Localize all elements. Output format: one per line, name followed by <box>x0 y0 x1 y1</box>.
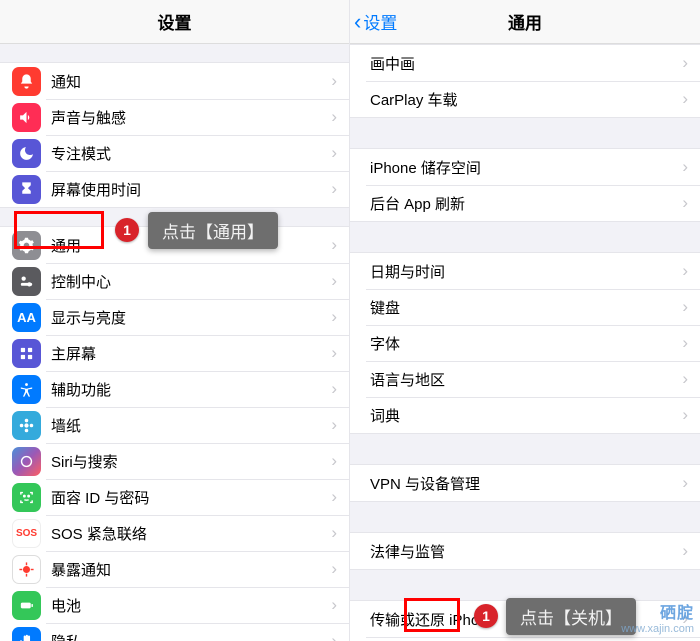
chevron-right-icon: › <box>331 71 337 91</box>
row-display[interactable]: AA 显示与亮度 › <box>0 299 349 335</box>
row-legal[interactable]: 法律与监管 › <box>350 533 700 569</box>
chevron-right-icon: › <box>682 473 688 493</box>
chevron-right-icon: › <box>331 107 337 127</box>
chevron-right-icon: › <box>682 89 688 109</box>
callout-label-shutdown: 点击【关机】 <box>506 598 636 635</box>
bell-icon <box>12 67 41 96</box>
label: 通知 <box>51 71 331 92</box>
chevron-left-icon: ‹ <box>354 11 361 33</box>
back-label: 设置 <box>363 9 397 34</box>
back-button[interactable]: ‹ 设置 <box>354 0 397 43</box>
row-screentime[interactable]: 屏幕使用时间 › <box>0 171 349 207</box>
row-notifications[interactable]: 通知 › <box>0 63 349 99</box>
row-keyboard[interactable]: 键盘 › <box>350 289 700 325</box>
callout-badge-2: 1 <box>474 604 498 628</box>
row-exposure[interactable]: 暴露通知 › <box>0 551 349 587</box>
chevron-right-icon: › <box>682 261 688 281</box>
row-privacy[interactable]: 隐私 › <box>0 623 349 641</box>
callout-badge-1: 1 <box>115 218 139 242</box>
chevron-right-icon: › <box>682 193 688 213</box>
row-carplay[interactable]: CarPlay 车载 › <box>350 81 700 117</box>
row-datetime[interactable]: 日期与时间 › <box>350 253 700 289</box>
moon-icon <box>12 139 41 168</box>
row-vpn[interactable]: VPN 与设备管理 › <box>350 465 700 501</box>
chevron-right-icon: › <box>682 333 688 353</box>
row-storage[interactable]: iPhone 储存空间 › <box>350 149 700 185</box>
callout-label-general: 点击【通用】 <box>148 212 278 249</box>
chevron-right-icon: › <box>331 415 337 435</box>
accessibility-icon <box>12 375 41 404</box>
textsize-icon: AA <box>12 303 41 332</box>
virus-icon <box>12 555 41 584</box>
right-group-0: 画中画 › CarPlay 车载 › <box>350 44 700 118</box>
chevron-right-icon: › <box>331 631 337 641</box>
row-sos[interactable]: SOS SOS 紧急联络 › <box>0 515 349 551</box>
hand-icon <box>12 627 41 641</box>
row-focus[interactable]: 专注模式 › <box>0 135 349 171</box>
switches-icon <box>12 267 41 296</box>
chevron-right-icon: › <box>331 343 337 363</box>
row-pip[interactable]: 画中画 › <box>350 45 700 81</box>
right-group-1: iPhone 储存空间 › 后台 App 刷新 › <box>350 148 700 222</box>
chevron-right-icon: › <box>331 271 337 291</box>
flower-icon <box>12 411 41 440</box>
general-panel: ‹ 设置 通用 画中画 › CarPlay 车载 › iPhone 储存空间 ›… <box>350 0 700 641</box>
sos-icon: SOS <box>12 519 41 548</box>
chevron-right-icon: › <box>331 487 337 507</box>
row-wallpaper[interactable]: 墙纸 › <box>0 407 349 443</box>
faceid-icon <box>12 483 41 512</box>
battery-icon <box>12 591 41 620</box>
chevron-right-icon: › <box>682 53 688 73</box>
speaker-icon <box>12 103 41 132</box>
right-content: 画中画 › CarPlay 车载 › iPhone 储存空间 › 后台 App … <box>350 44 700 641</box>
row-fonts[interactable]: 字体 › <box>350 325 700 361</box>
row-control-center[interactable]: 控制中心 › <box>0 263 349 299</box>
left-header: 设置 <box>0 0 349 44</box>
chevron-right-icon: › <box>331 307 337 327</box>
row-shutdown[interactable]: 关机 <box>350 637 700 641</box>
chevron-right-icon: › <box>682 405 688 425</box>
right-title: 通用 <box>508 9 542 34</box>
siri-icon <box>12 447 41 476</box>
right-header: ‹ 设置 通用 <box>350 0 700 44</box>
row-homescreen[interactable]: 主屏幕 › <box>0 335 349 371</box>
row-dictionary[interactable]: 词典 › <box>350 397 700 433</box>
chevron-right-icon: › <box>331 379 337 399</box>
chevron-right-icon: › <box>331 559 337 579</box>
chevron-right-icon: › <box>331 451 337 471</box>
row-accessibility[interactable]: 辅助功能 › <box>0 371 349 407</box>
right-group-4: 法律与监管 › <box>350 532 700 570</box>
settings-panel: 设置 通知 › 声音与触感 › 专注模式 › 屏幕使用时间 › <box>0 0 350 641</box>
row-battery[interactable]: 电池 › <box>0 587 349 623</box>
gear-icon <box>12 231 41 260</box>
left-title: 设置 <box>158 9 192 34</box>
chevron-right-icon: › <box>682 369 688 389</box>
right-group-2: 日期与时间 › 键盘 › 字体 › 语言与地区 › 词典 › <box>350 252 700 434</box>
chevron-right-icon: › <box>682 297 688 317</box>
chevron-right-icon: › <box>331 143 337 163</box>
chevron-right-icon: › <box>682 609 688 629</box>
chevron-right-icon: › <box>331 179 337 199</box>
row-sounds[interactable]: 声音与触感 › <box>0 99 349 135</box>
right-group-3: VPN 与设备管理 › <box>350 464 700 502</box>
row-faceid[interactable]: 面容 ID 与密码 › <box>0 479 349 515</box>
grid-icon <box>12 339 41 368</box>
hourglass-icon <box>12 175 41 204</box>
chevron-right-icon: › <box>331 523 337 543</box>
row-background-refresh[interactable]: 后台 App 刷新 › <box>350 185 700 221</box>
chevron-right-icon: › <box>682 541 688 561</box>
row-siri[interactable]: Siri与搜索 › <box>0 443 349 479</box>
row-language[interactable]: 语言与地区 › <box>350 361 700 397</box>
left-group-0: 通知 › 声音与触感 › 专注模式 › 屏幕使用时间 › <box>0 62 349 208</box>
chevron-right-icon: › <box>682 157 688 177</box>
chevron-right-icon: › <box>331 595 337 615</box>
left-group-1: 通用 › 控制中心 › AA 显示与亮度 › 主屏幕 › 辅助功能 › <box>0 226 349 641</box>
left-content: 通知 › 声音与触感 › 专注模式 › 屏幕使用时间 › <box>0 44 349 641</box>
chevron-right-icon: › <box>331 235 337 255</box>
